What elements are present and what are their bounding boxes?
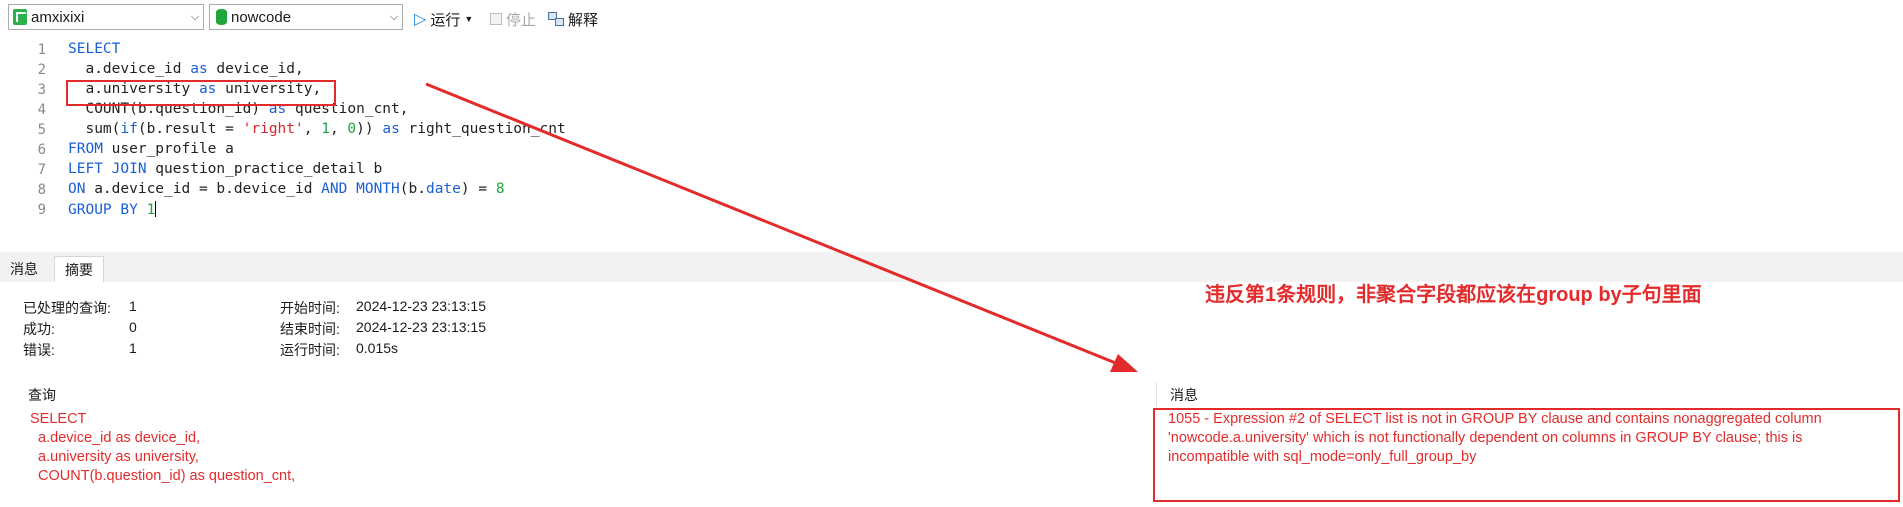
code-line: sum(if(b.result = 'right', 1, 0)) as rig… (68, 121, 566, 137)
code-token: as (382, 121, 400, 137)
run-button-label: 运行 (430, 11, 461, 29)
code-token: SELECT (68, 41, 121, 57)
tab-messages[interactable]: 消息 (0, 256, 48, 282)
code-token: (b. (399, 181, 426, 197)
code-token: as (190, 61, 208, 77)
annotation-text: 违反第1条规则，非聚合字段都应该在group by子句里面 (1205, 284, 1702, 306)
database-icon (216, 9, 227, 25)
code-line: a.device_id as device_id, (68, 61, 304, 77)
stop-button[interactable]: 停止 (490, 9, 536, 29)
runtime-value: 0.015s (356, 340, 399, 356)
chevron-down-icon: ⌵ (190, 10, 200, 23)
query-cell-line: a.device_id as device_id, (30, 430, 201, 446)
explain-icon (548, 12, 564, 26)
code-token: MONTH (356, 181, 400, 197)
code-token: right_question_cnt (399, 121, 566, 137)
caret-down-icon[interactable]: ▼ (464, 14, 473, 24)
connection-select-value: amxixixi (31, 8, 85, 26)
runtime-label: 运行时间: (280, 342, 340, 358)
code-token: LEFT JOIN (68, 161, 147, 177)
code-line: GROUP BY 1 (68, 201, 157, 218)
success-value: 0 (129, 319, 137, 335)
line-number: 6 (37, 142, 46, 158)
connection-icon (13, 9, 27, 25)
sql-editor[interactable]: 1 2 3 4 5 6 7 8 9 SELECT a.device_id as device_id… (0, 38, 1903, 252)
end-time-label: 结束时间: (280, 321, 340, 337)
explain-button[interactable]: 解释 (548, 9, 598, 29)
processed-value: 1 (129, 298, 137, 314)
code-token: user_profile a (102, 141, 234, 157)
code-token: question_practice_detail b (146, 161, 383, 177)
query-cell-line: a.university as university, (30, 449, 199, 465)
line-number: 9 (37, 202, 46, 218)
code-line: LEFT JOIN question_practice_detail b (68, 161, 382, 177)
stop-icon (490, 13, 502, 25)
stop-button-label: 停止 (506, 11, 537, 29)
line-number: 4 (37, 102, 46, 118)
code-token: FROM (68, 141, 103, 157)
code-line: FROM user_profile a (68, 141, 234, 157)
code-token: AND (321, 181, 348, 197)
end-time-value: 2024-12-23 23:13:15 (356, 319, 486, 335)
processed-label: 已处理的查询: (23, 300, 111, 316)
code-token: )) (356, 121, 383, 137)
explain-button-label: 解释 (568, 11, 599, 29)
code-token: 1 (321, 121, 330, 137)
highlight-box-error-message (1153, 408, 1900, 502)
start-time-value: 2024-12-23 23:13:15 (356, 298, 486, 314)
code-line: ON a.device_id = b.device_id AND MONTH(b… (68, 181, 505, 197)
code-token: sum( (68, 121, 121, 137)
column-header-query[interactable]: 查询 (28, 385, 56, 405)
text-caret (155, 201, 157, 217)
tab-summary[interactable]: 摘要 (54, 256, 104, 283)
database-select-value: nowcode (231, 8, 292, 26)
play-icon: ▷ (414, 11, 427, 28)
error-value: 1 (129, 340, 137, 356)
database-select[interactable]: nowcode ⌵ (209, 4, 403, 30)
query-cell-line: SELECT (30, 411, 87, 427)
query-cell-line: COUNT(b.question_id) as question_cnt, (30, 468, 296, 484)
highlight-box-university (66, 80, 336, 106)
line-number: 5 (37, 122, 46, 138)
column-header-message[interactable]: 消息 (1170, 385, 1198, 405)
success-label: 成功: (23, 321, 55, 337)
code-token: a.device_id = b.device_id (85, 181, 322, 197)
result-grid-header: 查询 消息 (0, 382, 1903, 407)
toolbar: amxixixi ⌵ nowcode ⌵ ▷ 运行 ▼ 停止 解释 (0, 0, 1903, 38)
code-token: GROUP BY (68, 202, 138, 218)
code-token: device_id, (207, 61, 304, 77)
code-token: , (329, 121, 348, 137)
error-label: 错误: (23, 342, 55, 358)
line-number: 1 (37, 42, 46, 58)
code-token: date (425, 181, 461, 197)
code-line: SELECT (68, 41, 120, 57)
line-number: 8 (37, 182, 46, 198)
code-token: ON (68, 181, 86, 197)
code-token: (b.result = (137, 121, 243, 137)
line-number: 2 (37, 62, 46, 78)
start-time-label: 开始时间: (280, 300, 340, 316)
line-number: 3 (37, 82, 46, 98)
code-token: 0 (347, 121, 357, 137)
code-token: 1 (146, 202, 156, 218)
code-token: 'right' (242, 121, 304, 137)
line-number: 7 (37, 162, 46, 178)
code-token: 8 (495, 181, 505, 197)
code-token: a.device_id (68, 61, 191, 77)
code-token: ) = (460, 181, 496, 197)
chevron-down-icon: ⌵ (389, 10, 399, 23)
run-button[interactable]: ▷ 运行 ▼ (414, 9, 473, 29)
connection-select[interactable]: amxixixi ⌵ (8, 4, 204, 30)
code-token: if (120, 121, 138, 137)
code-token: , (303, 121, 322, 137)
